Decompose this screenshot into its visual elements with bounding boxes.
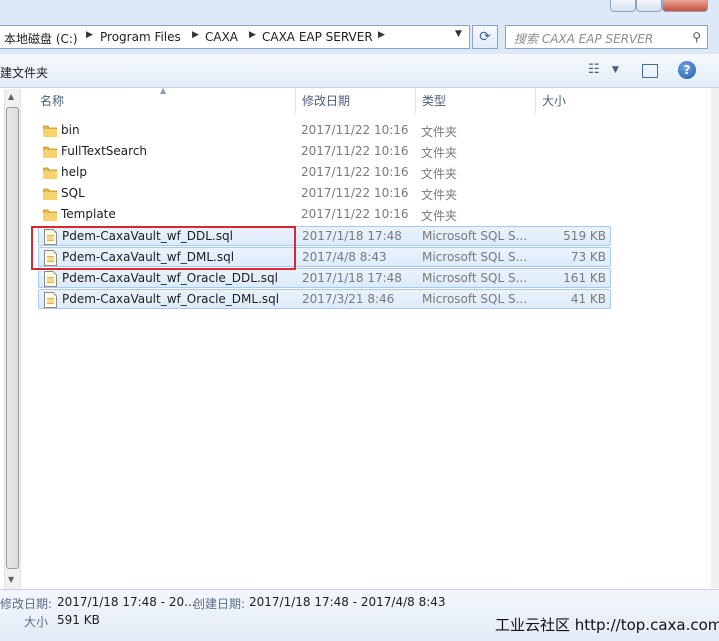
details-size-value: 591 KB: [57, 613, 100, 627]
folder-icon: [42, 167, 58, 180]
sort-ascending-icon: ▲: [160, 86, 167, 95]
file-size: 41 KB: [570, 292, 606, 306]
address-bar[interactable]: 本地磁盘 (C:) ▶ Program Files ▶ CAXA ▶ CAXA …: [0, 25, 470, 49]
sql-file-icon: [44, 292, 57, 308]
breadcrumb-separator-icon[interactable]: ▶: [192, 30, 199, 40]
file-row[interactable]: Pdem-CaxaVault_wf_Oracle_DDL.sql 2017/1/1…: [38, 268, 611, 288]
search-input[interactable]: 搜索 CAXA EAP SERVER ⚲: [505, 25, 708, 49]
scrollbar-thumb[interactable]: [6, 107, 19, 569]
address-dropdown-icon[interactable]: ▼: [455, 29, 462, 39]
file-type: 文件夹: [421, 125, 458, 139]
file-type: 文件夹: [421, 209, 458, 223]
vertical-scrollbar[interactable]: ▲ ▼: [4, 89, 21, 589]
file-type: Microsoft SQL S...: [422, 250, 528, 264]
right-scroll-edge: [711, 88, 719, 588]
file-row[interactable]: FullTextSearch 2017/11/22 10:16 文件夹: [38, 142, 611, 162]
file-date: 2017/11/22 10:16: [301, 144, 409, 158]
new-folder-button[interactable]: 建文件夹: [0, 64, 48, 81]
sql-file-icon: [44, 271, 57, 287]
details-size-label: 大小: [24, 615, 49, 629]
preview-pane-icon[interactable]: [642, 64, 658, 78]
folder-icon: [42, 125, 58, 138]
file-date: 2017/11/22 10:16: [301, 186, 409, 200]
folder-icon: [42, 188, 58, 201]
search-icon[interactable]: ⚲: [692, 30, 701, 44]
file-row[interactable]: bin 2017/11/22 10:16 文件夹: [38, 121, 611, 141]
command-toolbar: 建文件夹 ☷ ▼ ?: [0, 54, 719, 88]
help-icon[interactable]: ?: [678, 61, 696, 79]
details-created-value: 2017/1/18 17:48 - 2017/4/8 8:43: [249, 595, 446, 609]
file-type: Microsoft SQL S...: [422, 229, 528, 243]
details-modified-label: 修改日期:: [0, 597, 53, 611]
file-row[interactable]: Template 2017/11/22 10:16 文件夹: [38, 205, 611, 225]
file-name: help: [61, 165, 87, 179]
file-type: 文件夹: [421, 167, 458, 181]
file-date: 2017/1/18 17:48: [302, 229, 402, 243]
file-size: 73 KB: [570, 250, 606, 264]
column-header-date[interactable]: 修改日期: [296, 88, 416, 114]
file-name: SQL: [61, 186, 85, 200]
file-type: Microsoft SQL S...: [422, 292, 528, 306]
file-date: 2017/3/21 8:46: [302, 292, 395, 306]
breadcrumb-drive[interactable]: 本地磁盘 (C:): [4, 30, 78, 47]
file-name: Pdem-CaxaVault_wf_Oracle_DML.sql: [62, 292, 280, 306]
highlight-box: [31, 226, 296, 270]
file-date: 2017/11/22 10:16: [301, 165, 409, 179]
breadcrumb-program-files[interactable]: Program Files: [100, 30, 181, 44]
file-size: 519 KB: [563, 229, 606, 243]
refresh-button[interactable]: ⟳: [472, 25, 498, 49]
maximize-button[interactable]: [636, 0, 662, 12]
column-header-size[interactable]: 大小: [536, 88, 612, 114]
view-dropdown-icon[interactable]: ▼: [612, 65, 619, 75]
close-button[interactable]: [662, 0, 708, 12]
column-header-type[interactable]: 类型: [416, 88, 536, 114]
file-name: Template: [61, 207, 116, 221]
file-date: 2017/1/18 17:48: [302, 271, 402, 285]
search-placeholder: 搜索 CAXA EAP SERVER: [514, 32, 654, 46]
breadcrumb-separator-icon[interactable]: ▶: [86, 30, 93, 40]
file-type: Microsoft SQL S...: [422, 271, 528, 285]
breadcrumb-separator-icon[interactable]: ▶: [249, 30, 256, 40]
file-type: 文件夹: [421, 188, 458, 202]
file-type: 文件夹: [421, 146, 458, 160]
scroll-down-icon[interactable]: ▼: [8, 575, 14, 584]
window-title-strip: [0, 0, 719, 22]
refresh-icon: ⟳: [479, 29, 491, 45]
breadcrumb-caxa[interactable]: CAXA: [205, 30, 238, 44]
minimize-button[interactable]: [610, 0, 636, 12]
file-name: bin: [61, 123, 80, 137]
details-created-label: 创建日期:: [193, 597, 246, 611]
file-size: 161 KB: [563, 271, 606, 285]
watermark-text: 工业云社区 http://top.caxa.com/: [495, 616, 719, 634]
file-row[interactable]: Pdem-CaxaVault_wf_Oracle_DML.sql 2017/3/2…: [38, 289, 611, 309]
file-date: 2017/4/8 8:43: [302, 250, 387, 264]
folder-icon: [42, 146, 58, 159]
folder-icon: [42, 209, 58, 222]
file-row[interactable]: help 2017/11/22 10:16 文件夹: [38, 163, 611, 183]
breadcrumb-caxa-eap-server[interactable]: CAXA EAP SERVER: [262, 30, 373, 44]
file-date: 2017/11/22 10:16: [301, 123, 409, 137]
file-row[interactable]: SQL 2017/11/22 10:16 文件夹: [38, 184, 611, 204]
scroll-up-icon[interactable]: ▲: [8, 92, 14, 101]
file-date: 2017/11/22 10:16: [301, 207, 409, 221]
file-name: Pdem-CaxaVault_wf_Oracle_DDL.sql: [62, 271, 278, 285]
breadcrumb-separator-icon[interactable]: ▶: [378, 30, 385, 40]
file-name: FullTextSearch: [61, 144, 148, 158]
details-modified-value: 2017/1/18 17:48 - 20...: [57, 595, 196, 609]
view-options-icon[interactable]: ☷: [588, 62, 600, 77]
address-row: 本地磁盘 (C:) ▶ Program Files ▶ CAXA ▶ CAXA …: [0, 22, 719, 54]
